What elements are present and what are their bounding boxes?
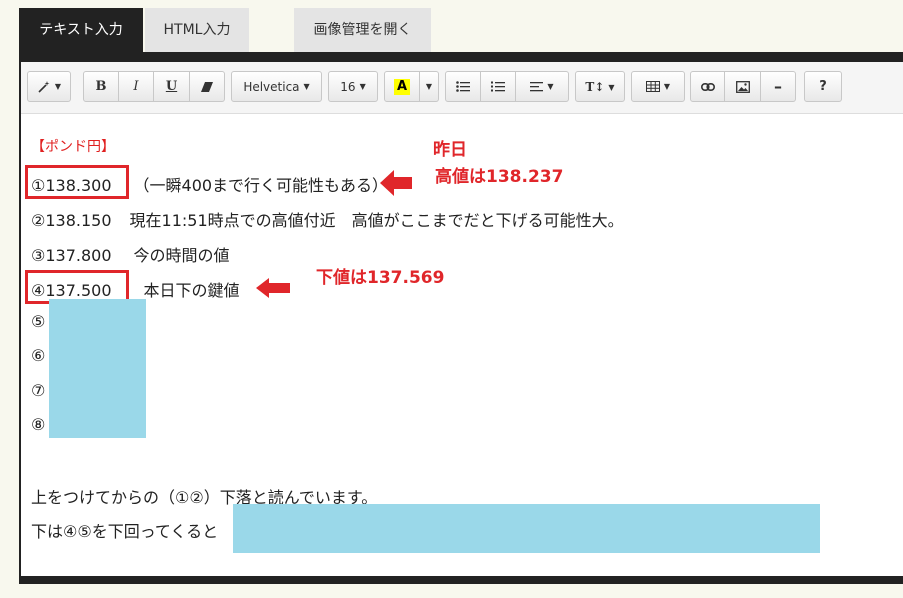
editor-tabs: テキスト入力 HTML入力 画像管理を開く <box>19 8 903 52</box>
font-family-dropdown[interactable]: Helvetica ▼ <box>231 71 322 102</box>
ordered-list-icon <box>491 81 505 92</box>
font-size-dropdown[interactable]: 16 ▼ <box>328 71 378 102</box>
unordered-list-icon <box>456 81 470 92</box>
price-line-5: ⑤ <box>31 312 46 331</box>
price-value: 137.800 <box>45 246 112 265</box>
insert-image-button[interactable] <box>725 71 761 102</box>
price-note: 現在11:51時点での高値付近 高値がここまでだと下げる可能性大。 <box>129 211 624 230</box>
tab-text-input[interactable]: テキスト入力 <box>19 8 143 52</box>
price-line-8: ⑧ <box>31 415 46 434</box>
table-dropdown[interactable]: ▼ <box>631 71 685 102</box>
align-icon <box>530 82 544 92</box>
horizontal-rule-button[interactable]: – <box>761 71 796 102</box>
magic-wand-icon <box>38 80 50 93</box>
text-color-dropdown[interactable]: ▼ <box>420 71 439 102</box>
price-line-3: ③137.800 今の時間の値 <box>31 242 230 266</box>
annotation-yesterday: 昨日 <box>433 140 467 160</box>
line-height-icon: T↕ <box>585 79 605 94</box>
price-line-6: ⑥ <box>31 346 46 365</box>
left-arrow-icon <box>380 170 412 196</box>
insert-link-button[interactable] <box>690 71 725 102</box>
rich-text-editor: ▼ B I U Helvetica ▼ 16 ▼ A ▼ ▼ T↕ ▼ ▼ – … <box>19 52 903 584</box>
line-height-dropdown[interactable]: T↕ ▼ <box>575 71 625 102</box>
redacted-area-text <box>233 504 820 553</box>
font-family-value: Helvetica <box>243 79 300 94</box>
price-value: 138.150 <box>45 211 112 230</box>
font-size-value: 16 <box>340 79 356 94</box>
highlight-box-line-1 <box>25 165 129 199</box>
editor-content[interactable]: 【ポンド円】 ①138.300 （一瞬400まで行く可能性もある） ②138.15… <box>21 114 903 576</box>
left-arrow-icon <box>256 278 290 298</box>
price-note: 今の時間の値 <box>133 246 230 265</box>
eraser-icon <box>201 81 213 92</box>
editor-toolbar: ▼ B I U Helvetica ▼ 16 ▼ A ▼ ▼ T↕ ▼ ▼ – … <box>21 62 903 114</box>
chevron-down-icon: ▼ <box>425 82 433 91</box>
price-line-7: ⑦ <box>31 381 46 400</box>
line-number: ② <box>31 211 46 230</box>
editor-body: ▼ B I U Helvetica ▼ 16 ▼ A ▼ ▼ T↕ ▼ ▼ – … <box>21 62 903 576</box>
price-line-2: ②138.150 現在11:51時点での高値付近 高値がここまでだと下げる可能性大… <box>31 207 624 231</box>
heading-pound-yen: 【ポンド円】 <box>31 139 115 155</box>
link-icon <box>700 82 715 91</box>
annotation-low: 下値は137.569 <box>316 268 445 288</box>
paragraph-align-dropdown[interactable]: ▼ <box>516 71 569 102</box>
price-note: 本日下の鍵値 <box>143 281 240 300</box>
price-note: （一瞬400まで行く可能性もある） <box>133 176 389 195</box>
italic-button[interactable]: I <box>119 71 154 102</box>
paragraph-2: 下は④⑤を下回ってくると <box>31 522 219 541</box>
tab-html-input[interactable]: HTML入力 <box>145 8 249 52</box>
table-icon <box>645 81 660 92</box>
unordered-list-button[interactable] <box>445 71 481 102</box>
redacted-area-values <box>49 299 146 438</box>
style-dropdown-button[interactable]: ▼ <box>27 71 71 102</box>
text-color-letter: A <box>393 78 411 95</box>
text-color-button[interactable]: A <box>384 71 420 102</box>
image-icon <box>735 80 750 93</box>
underline-button[interactable]: U <box>154 71 190 102</box>
clear-format-button[interactable] <box>190 71 225 102</box>
line-number: ③ <box>31 246 46 265</box>
bold-button[interactable]: B <box>83 71 119 102</box>
help-button[interactable]: ? <box>804 71 842 102</box>
annotation-high: 高値は138.237 <box>435 167 564 187</box>
ordered-list-button[interactable] <box>481 71 516 102</box>
tab-open-image-manager[interactable]: 画像管理を開く <box>294 8 431 52</box>
